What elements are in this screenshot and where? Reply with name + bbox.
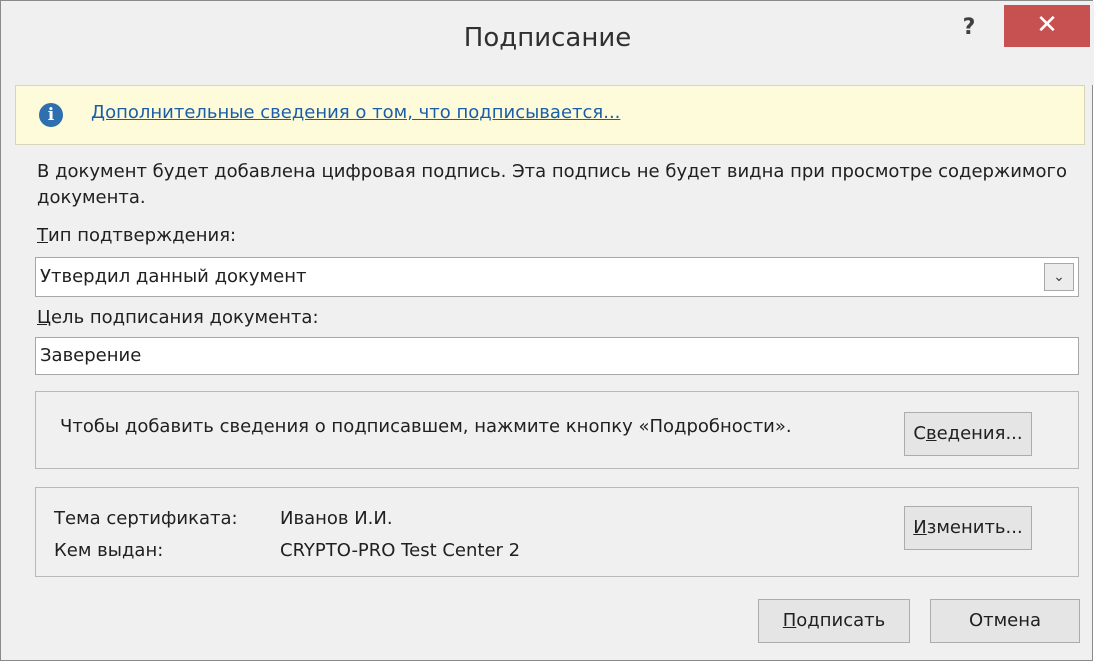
details-button-rest: едения... [936, 423, 1023, 444]
purpose-input[interactable]: Заверение [35, 337, 1079, 375]
details-button-accel: в [925, 423, 937, 444]
change-button-rest: зменить... [926, 517, 1023, 538]
chevron-down-icon[interactable]: ⌄ [1044, 263, 1074, 291]
help-button[interactable]: ? [949, 11, 989, 45]
close-icon: ✕ [1036, 10, 1058, 40]
dialog-title: Подписание [463, 23, 632, 53]
details-button[interactable]: Сведения... [904, 412, 1032, 456]
signer-details-text: Чтобы добавить сведения о подписавшем, н… [60, 416, 792, 437]
info-icon: i [39, 103, 63, 127]
more-info-link[interactable]: Дополнительные сведения о том, что подпи… [91, 102, 620, 123]
commitment-type-label: Тип подтверждения: [37, 225, 236, 246]
signer-details-group: Чтобы добавить сведения о подписавшем, н… [35, 391, 1079, 469]
certificate-subject-label: Тема сертификата: [54, 508, 238, 529]
commitment-type-select[interactable]: Утвердил данный документ ⌄ [35, 257, 1079, 297]
commitment-type-value: Утвердил данный документ [40, 266, 307, 287]
commitment-type-label-text: ип подтверждения: [48, 225, 237, 246]
sign-button-accel: П [782, 610, 797, 631]
details-button-pre: С [913, 423, 926, 444]
purpose-label-text: ель подписания документа: [50, 307, 319, 328]
sign-button[interactable]: Подписать [758, 599, 910, 643]
commitment-type-accel: Т [37, 225, 48, 246]
purpose-label: Цель подписания документа: [37, 307, 319, 328]
change-certificate-button[interactable]: Изменить... [904, 506, 1032, 550]
change-button-accel: И [913, 517, 927, 538]
certificate-subject-value: Иванов И.И. [280, 508, 393, 529]
signature-description: В документ будет добавлена цифровая подп… [37, 161, 1067, 208]
info-bar: i Дополнительные сведения о том, что под… [15, 85, 1085, 145]
close-button[interactable]: ✕ [1004, 5, 1090, 47]
certificate-issuer-label: Кем выдан: [54, 540, 164, 561]
signing-dialog: Подписание ? ✕ i Дополнительные сведения… [0, 0, 1094, 661]
sign-button-rest: одписать [796, 610, 886, 631]
purpose-accel: Ц [37, 307, 51, 328]
certificate-group: Тема сертификата: Иванов И.И. Кем выдан:… [35, 487, 1079, 577]
certificate-issuer-value: CRYPTO-PRO Test Center 2 [280, 540, 521, 561]
cancel-button[interactable]: Отмена [930, 599, 1080, 643]
title-bar: Подписание ? ✕ [1, 1, 1094, 85]
